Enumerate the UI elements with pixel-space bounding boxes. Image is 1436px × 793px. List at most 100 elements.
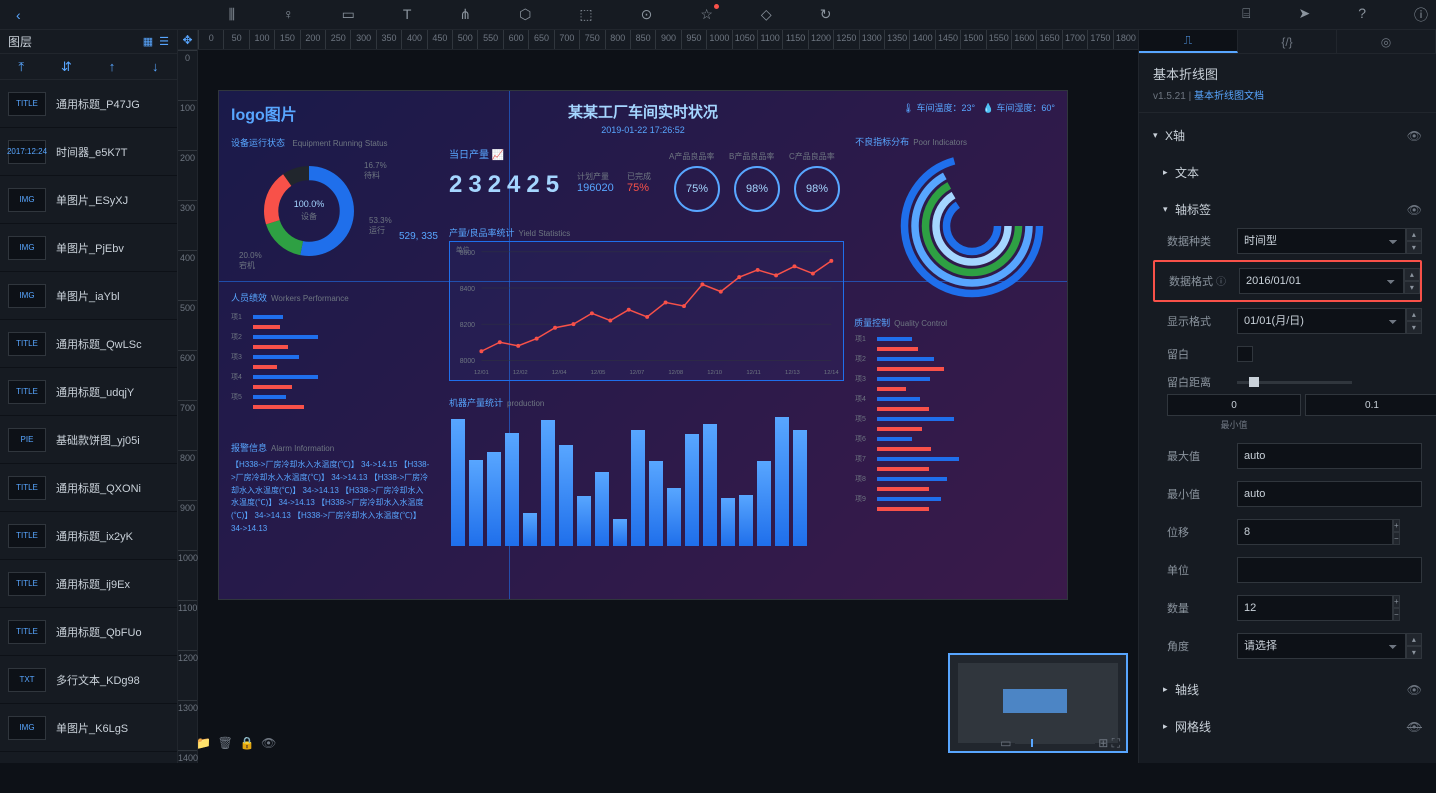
step-down[interactable]: ▾ (1406, 321, 1422, 334)
box-icon[interactable]: ⬚ (579, 6, 592, 23)
hide-icon[interactable]: 👁 (261, 736, 276, 750)
more-icon[interactable]: ⊙ (641, 6, 653, 23)
step-down[interactable]: − (1393, 608, 1400, 621)
max-input[interactable] (1237, 443, 1422, 469)
layer-thumb: TITLE (8, 380, 46, 404)
expand-icon[interactable]: ⛶ (1112, 736, 1120, 751)
prod-label: 当日产量 📈 (449, 146, 504, 161)
group-text[interactable]: ▸文本 (1153, 160, 1422, 185)
layer-item[interactable]: TITLE通用标题_QwLSc (0, 320, 177, 368)
eye-icon[interactable]: 👁 (1407, 129, 1422, 143)
step-down[interactable]: − (1393, 532, 1400, 545)
min-label: 最小值 (1167, 486, 1237, 502)
eye-off-icon[interactable]: 👁 (1407, 720, 1422, 734)
layer-label: 单图片_K6LgS (56, 720, 128, 736)
group-xaxis[interactable]: ▾X轴👁 (1153, 123, 1422, 148)
fit-icon[interactable]: ⊞ (1098, 736, 1108, 750)
svg-text:12/07: 12/07 (630, 370, 645, 376)
layer-item[interactable]: TITLE通用标题_ix2yK (0, 512, 177, 560)
step-up[interactable]: ▴ (1406, 633, 1422, 646)
help-icon[interactable]: ⓘ (1216, 277, 1226, 288)
layer-item[interactable]: IMG单图片_PjEbv (0, 224, 177, 272)
back-button[interactable]: ‹ (8, 7, 29, 23)
view-grid-icon[interactable]: ▦ (143, 35, 153, 48)
layer-item[interactable]: IMG单图片_ESyXJ (0, 176, 177, 224)
step-down[interactable]: ▾ (1404, 281, 1420, 294)
group-axisline[interactable]: ▸轴线👁 (1153, 677, 1422, 702)
layer-item[interactable]: TITLE通用标题_udqjY (0, 368, 177, 416)
datakind-select[interactable]: 时间型 (1237, 228, 1406, 254)
selected-line-chart[interactable]: 860084008200800012/0112/0212/0412/0512/0… (449, 241, 844, 381)
ruler-vertical: 0100200300400500600700800900100011001200… (178, 50, 198, 763)
step-up[interactable]: ▴ (1406, 308, 1422, 321)
eye-icon[interactable]: 👁 (1407, 203, 1422, 217)
layer-item[interactable]: TITLE通用标题_ij9Ex (0, 560, 177, 608)
tab-interact[interactable]: ◎ (1337, 30, 1436, 53)
diamond-icon[interactable]: ◇ (761, 6, 772, 23)
stage[interactable]: logo图片 某某工厂车间实时状况 2019-01-22 17:26:52 🌡 … (218, 90, 1068, 600)
align-down-icon[interactable]: ↓ (152, 59, 159, 74)
folder-icon[interactable]: 📁 (196, 736, 211, 750)
star-icon[interactable]: ☆ (700, 6, 713, 23)
layer-item[interactable]: TXT多行文本_KDg98 (0, 656, 177, 704)
canvas[interactable]: ✥ 05010015020025030035040045050055060065… (178, 30, 1138, 763)
count-input[interactable] (1237, 595, 1393, 621)
paddist-min-input[interactable] (1167, 394, 1301, 416)
align-up-icon[interactable]: ↑ (109, 59, 116, 74)
layer-item[interactable]: PIE基础款饼图_yj05i (0, 416, 177, 464)
lock-icon[interactable]: 🔒 (240, 736, 255, 750)
layer-label: 通用标题_QbFUo (56, 624, 142, 640)
zoom-slider[interactable] (1015, 742, 1095, 744)
trash-icon[interactable]: 🗑 (218, 736, 233, 750)
play-icon[interactable]: ▭ (342, 6, 355, 23)
step-down[interactable]: ▾ (1406, 646, 1422, 659)
tab-style[interactable]: ⎍ (1139, 30, 1238, 53)
layer-item[interactable]: TITLE通用标题_QbFUo (0, 608, 177, 656)
doc-link[interactable]: 基本折线图文档 (1194, 91, 1264, 102)
ruler-origin-icon[interactable]: ✥ (178, 30, 198, 50)
unit-input[interactable] (1237, 557, 1422, 583)
layer-item[interactable]: 2017:12:24时间器_e5K7T (0, 128, 177, 176)
tab-data[interactable]: {/} (1238, 30, 1337, 53)
refresh-icon[interactable]: ↻ (820, 6, 832, 23)
bulb-icon[interactable]: ♀ (283, 6, 294, 23)
svg-text:12/04: 12/04 (552, 370, 567, 376)
step-up[interactable]: + (1393, 519, 1400, 532)
step-up[interactable]: ▴ (1404, 268, 1420, 281)
dispfmt-select[interactable]: 01/01(月/日) (1237, 308, 1406, 334)
view-list-icon[interactable]: ☰ (159, 35, 169, 48)
info-icon[interactable]: ⓘ (1414, 5, 1428, 25)
padding-checkbox[interactable] (1237, 346, 1253, 362)
distribute-v-icon[interactable]: ⇵ (61, 59, 72, 75)
group-grid[interactable]: ▸网格线👁 (1153, 714, 1422, 739)
paddist-slider[interactable] (1237, 381, 1352, 384)
screen-icon[interactable]: ⌸ (1242, 5, 1250, 25)
step-down[interactable]: ▾ (1406, 241, 1422, 254)
step-up[interactable]: ▴ (1406, 228, 1422, 241)
section-alarm: 报警信息Alarm Information (231, 441, 334, 454)
zoom-out-icon[interactable]: ▭ (1000, 736, 1011, 750)
min-input[interactable] (1237, 481, 1422, 507)
text-icon[interactable]: T (403, 6, 412, 23)
send-icon[interactable]: ➤ (1298, 5, 1310, 25)
datafmt-select[interactable]: 2016/01/01 (1239, 268, 1404, 294)
svg-text:12/01: 12/01 (474, 370, 489, 376)
align-top-icon[interactable]: ⤒ (18, 59, 24, 75)
step-up[interactable]: + (1393, 595, 1400, 608)
paddist-mid-input[interactable] (1305, 394, 1436, 416)
layer-item[interactable]: TITLE通用标题_P47JG (0, 80, 177, 128)
layer-item[interactable]: IMG单图片_K6LgS (0, 704, 177, 752)
count-label: 数量 (1167, 600, 1237, 616)
group-axisline-label: 轴线 (1175, 681, 1199, 698)
chart-icon[interactable]: ⫼ (229, 6, 235, 23)
group-text-label: 文本 (1175, 164, 1199, 181)
group-ticklabel[interactable]: ▾轴标签👁 (1153, 197, 1422, 222)
cube3d-icon[interactable]: ⬡ (519, 6, 531, 23)
help-icon[interactable]: ? (1358, 5, 1366, 25)
layer-item[interactable]: TITLE通用标题_QXONi (0, 464, 177, 512)
angle-select[interactable]: 请选择 (1237, 633, 1406, 659)
scatter-icon[interactable]: ⋔ (459, 6, 471, 23)
eye-icon[interactable]: 👁 (1407, 683, 1422, 697)
offset-input[interactable] (1237, 519, 1393, 545)
layer-item[interactable]: IMG单图片_iaYbl (0, 272, 177, 320)
